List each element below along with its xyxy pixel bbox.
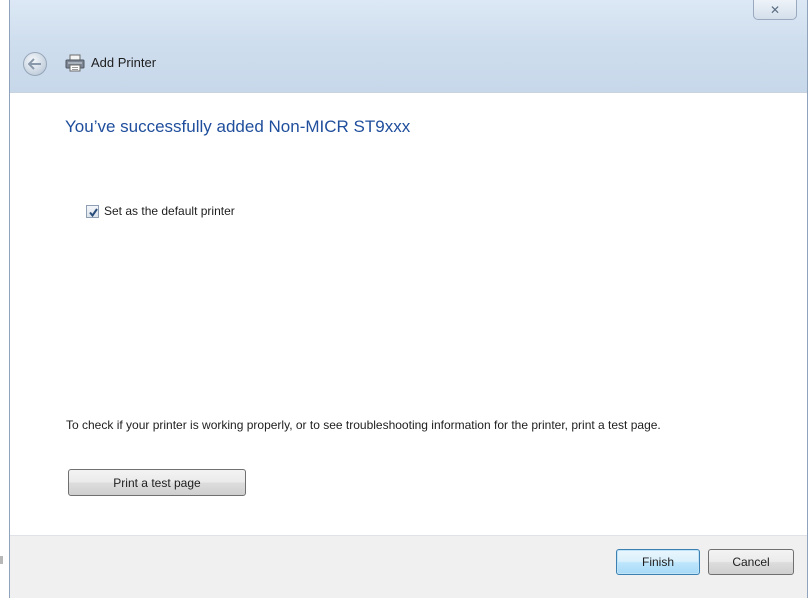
default-printer-label: Set as the default printer	[104, 204, 235, 218]
default-printer-checkbox[interactable]	[86, 204, 99, 218]
window-edge-fragment	[0, 556, 3, 564]
checkmark-icon	[89, 207, 98, 217]
content-panel: You’ve successfully added Non-MICR ST9xx…	[10, 92, 807, 536]
finish-button[interactable]: Finish	[616, 549, 700, 575]
dialog-title: Add Printer	[91, 55, 157, 70]
print-test-page-button[interactable]: Print a test page	[68, 469, 246, 496]
test-page-info-text: To check if your printer is working prop…	[66, 418, 661, 432]
success-heading: You’ve successfully added Non-MICR ST9xx…	[65, 117, 411, 136]
add-printer-dialog: ✕ Add Printer You’ve successfully added …	[9, 0, 808, 598]
close-button[interactable]: ✕	[753, 0, 797, 20]
cancel-button[interactable]: Cancel	[708, 549, 794, 575]
back-arrow-icon	[28, 58, 41, 70]
close-icon: ✕	[769, 2, 781, 17]
back-button[interactable]	[23, 52, 47, 76]
default-printer-option[interactable]: Set as the default printer	[86, 204, 235, 218]
printer-icon	[65, 54, 85, 72]
button-bar: Finish Cancel	[10, 536, 807, 598]
title-bar: ✕ Add Printer	[10, 0, 807, 92]
